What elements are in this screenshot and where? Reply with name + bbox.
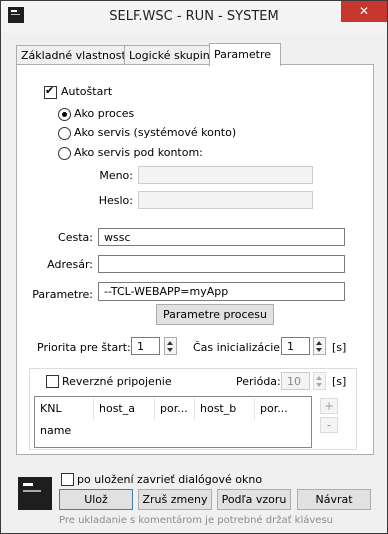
period-spinner[interactable] (313, 372, 326, 390)
spin-up-icon (167, 341, 173, 345)
init-time-label: Čas inicializácie: (193, 341, 284, 354)
window-title: SELF.WSC - RUN - SYSTEM (109, 9, 279, 24)
init-time-unit: [s] (332, 341, 347, 354)
knl-col-port-a[interactable]: por... (155, 398, 195, 420)
account-name-input[interactable] (138, 166, 313, 184)
close-after-save-label: po uložení zavrieť dialógové okno (77, 473, 263, 486)
close-button[interactable]: ✕ (341, 1, 387, 22)
directory-label: Adresár: (47, 258, 93, 271)
spin-up-icon (316, 376, 322, 380)
tab-parameters[interactable]: Parametre (209, 43, 281, 66)
knl-col-name[interactable]: KNL name (35, 398, 94, 437)
tab-basic-properties[interactable]: Základné vlastnosti (16, 45, 134, 65)
spin-down-icon (316, 383, 322, 387)
run-as-service-system-label: Ako servis (systémové konto) (74, 126, 237, 139)
period-unit: [s] (332, 375, 347, 388)
knl-col-port-b[interactable]: por... (255, 398, 310, 420)
run-as-service-system-radio[interactable] (58, 127, 71, 140)
run-as-service-account-radio[interactable] (58, 147, 71, 160)
parameters-label: Parametre: (32, 288, 93, 301)
add-row-button[interactable]: + (320, 398, 338, 414)
autostart-label: Autoštart (61, 85, 113, 98)
revert-button[interactable]: Zruš zmeny (138, 489, 212, 510)
process-parameters-button[interactable]: Parametre procesu (156, 304, 274, 325)
back-button[interactable]: Návrat (297, 489, 371, 510)
spin-down-icon (316, 348, 322, 352)
period-label: Perióda: (236, 375, 281, 388)
autostart-checkbox[interactable] (44, 84, 57, 99)
parameters-input[interactable]: --TCL-WEBAPP=myApp (98, 282, 345, 301)
reverse-connection-checkbox[interactable] (46, 375, 59, 388)
priority-input[interactable]: 1 (131, 337, 160, 355)
reverse-connection-label: Reverzné pripojenie (62, 375, 172, 388)
app-logo-icon (18, 477, 52, 510)
name-label: Meno: (99, 169, 133, 182)
close-after-save-checkbox[interactable] (61, 473, 74, 486)
knl-col-host-b[interactable]: host_b (195, 398, 255, 420)
knl-col-host-a[interactable]: host_a (94, 398, 155, 420)
run-as-process-label: Ako proces (74, 107, 135, 120)
priority-label: Priorita pre štart: (37, 341, 131, 354)
spin-up-icon (316, 341, 322, 345)
spin-down-icon (167, 348, 173, 352)
directory-input[interactable] (98, 255, 345, 273)
password-label: Heslo: (98, 194, 133, 207)
title-bar[interactable]: SELF.WSC - RUN - SYSTEM ✕ (1, 1, 387, 33)
path-input[interactable]: wssc (98, 228, 345, 246)
dialog-window: SELF.WSC - RUN - SYSTEM ✕ Základné vlast… (0, 0, 388, 534)
save-button[interactable]: Ulož (59, 489, 133, 510)
path-label: Cesta: (58, 231, 93, 244)
run-as-service-account-label: Ako servis pod kontom: (74, 146, 203, 159)
period-input[interactable]: 10 (281, 372, 310, 390)
priority-spinner[interactable] (164, 337, 177, 355)
init-time-input[interactable]: 1 (281, 337, 310, 355)
remove-row-button[interactable]: - (320, 417, 338, 433)
run-as-process-radio[interactable] (58, 108, 71, 121)
init-time-spinner[interactable] (313, 337, 326, 355)
account-password-input[interactable] (138, 191, 313, 209)
tab-logical-groups[interactable]: Logické skupiny (124, 45, 222, 65)
by-template-button[interactable]: Podľa vzoru (217, 489, 291, 510)
knl-table[interactable]: KNL name host_a por... host_b por... (34, 396, 312, 448)
save-hint: Pre ukladanie s komentárom je potrebné d… (59, 515, 333, 526)
